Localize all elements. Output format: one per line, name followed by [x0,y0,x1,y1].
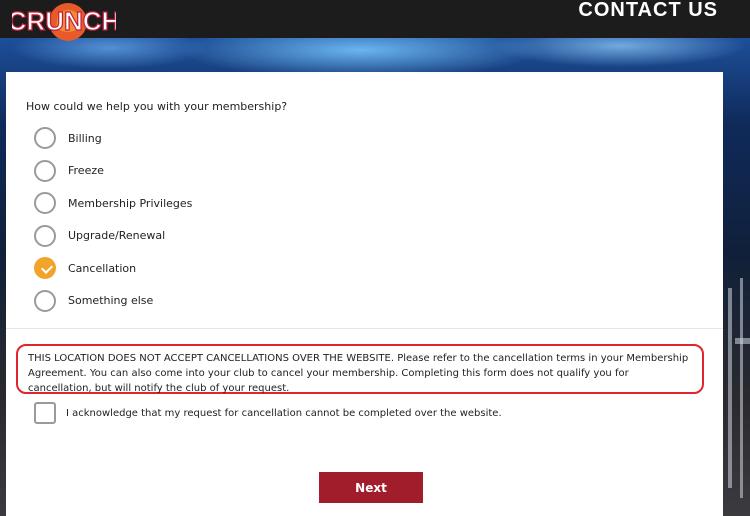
option-label: Something else [68,294,154,308]
crunch-logo[interactable]: CRUNCH [12,0,116,50]
option-cancellation[interactable]: Cancellation [34,252,192,285]
option-membership-privileges[interactable]: Membership Privileges [34,187,192,220]
form-question: How could we help you with your membersh… [26,100,288,113]
acknowledge-row[interactable]: I acknowledge that my request for cancel… [34,402,502,424]
option-billing[interactable]: Billing [34,122,192,155]
radio-cancellation[interactable] [34,257,56,280]
option-upgrade-renewal[interactable]: Upgrade/Renewal [34,220,192,253]
option-something-else[interactable]: Something else [34,285,192,318]
option-freeze[interactable]: Freeze [34,155,192,188]
option-label: Cancellation [68,261,137,275]
acknowledge-label: I acknowledge that my request for cancel… [66,407,502,419]
next-button[interactable]: Next [319,472,423,503]
membership-form-card: How could we help you with your membersh… [6,72,723,516]
radio-freeze[interactable] [34,159,56,182]
section-divider [6,328,723,329]
logo-wordmark: CRUNCH [12,6,116,36]
membership-options: Billing Freeze Membership Privileges Upg… [34,122,192,317]
option-label: Membership Privileges [68,196,193,210]
radio-membership-privileges[interactable] [34,192,56,215]
cancellation-notice: THIS LOCATION DOES NOT ACCEPT CANCELLATI… [16,344,704,394]
option-label: Upgrade/Renewal [68,229,166,243]
radio-something-else[interactable] [34,289,56,312]
contact-us-link[interactable]: CONTACT US [578,0,718,20]
option-label: Billing [68,131,102,145]
checkmark-icon [41,262,54,275]
site-header: CRUNCH CONTACT US [0,0,750,41]
acknowledge-checkbox[interactable] [34,402,56,424]
option-label: Freeze [68,164,104,178]
radio-upgrade-renewal[interactable] [34,224,56,247]
radio-billing[interactable] [34,127,56,150]
